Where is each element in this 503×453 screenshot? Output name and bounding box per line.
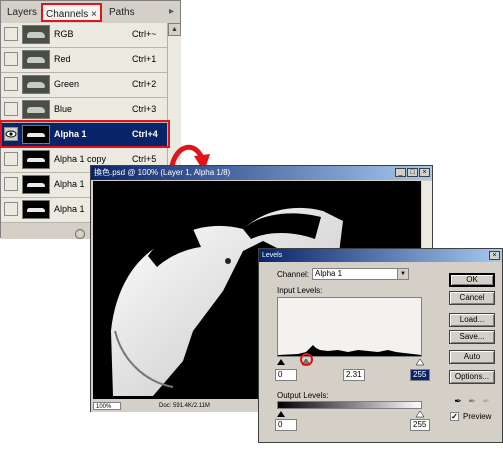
tab-layers[interactable]: Layers	[3, 5, 41, 21]
ok-button[interactable]: OK	[449, 273, 495, 287]
tab-paths[interactable]: Paths	[105, 5, 139, 21]
visibility-toggle[interactable]	[4, 177, 18, 191]
black-eyedropper-icon[interactable]: ✒	[453, 395, 463, 407]
dialog-title: Levels	[259, 249, 502, 262]
visibility-toggle[interactable]	[4, 27, 18, 41]
close-icon[interactable]: ×	[419, 168, 430, 177]
output-levels-label: Output Levels:	[277, 391, 329, 400]
channel-thumbnail	[22, 175, 50, 194]
minimize-icon[interactable]: _	[395, 168, 406, 177]
tab-channels[interactable]: Channels ×	[41, 3, 102, 22]
visibility-toggle[interactable]	[4, 102, 18, 116]
channel-name: RGB	[54, 29, 74, 39]
output-sliders[interactable]	[275, 409, 425, 418]
input-white-field[interactable]: 255	[410, 369, 430, 381]
channel-name: Green	[54, 79, 80, 89]
cancel-button[interactable]: Cancel	[449, 291, 495, 305]
channel-shortcut: Ctrl+~	[132, 29, 157, 39]
channel-row[interactable]: Red Ctrl+1	[1, 48, 180, 73]
save-button[interactable]: Save...	[449, 330, 495, 344]
input-sliders[interactable]	[275, 357, 425, 367]
panel-tab-bar: Layers Channels × Paths ▸	[1, 1, 180, 24]
input-levels-label: Input Levels:	[277, 286, 323, 295]
input-black-field[interactable]: 0	[275, 369, 297, 381]
load-button[interactable]: Load...	[449, 313, 495, 327]
gray-eyedropper-icon[interactable]: ✒	[467, 395, 477, 407]
slider-highlight-circle	[300, 353, 313, 366]
tab-close-icon[interactable]: ×	[91, 9, 97, 20]
output-black-field[interactable]: 0	[275, 419, 297, 431]
channel-name: Red	[54, 54, 71, 64]
load-selection-icon[interactable]	[75, 229, 85, 239]
close-icon[interactable]: ×	[489, 251, 500, 260]
channel-name: Alpha 1	[54, 179, 85, 189]
scroll-up-icon[interactable]: ▲	[168, 23, 181, 36]
output-black-slider[interactable]	[277, 411, 285, 417]
channel-select[interactable]: Alpha 1 ▼	[312, 268, 409, 280]
selected-channel-highlight	[0, 120, 170, 148]
channel-thumbnail	[22, 75, 50, 94]
channel-shortcut: Ctrl+1	[132, 54, 157, 64]
channel-shortcut: Ctrl+3	[132, 104, 157, 114]
options-button[interactable]: Options...	[449, 370, 495, 384]
preview-label: Preview	[463, 412, 492, 421]
histogram-graph	[278, 345, 421, 356]
auto-button[interactable]: Auto	[449, 350, 495, 364]
output-white-field[interactable]: 255	[410, 419, 430, 431]
preview-checkbox[interactable]: ✓	[450, 412, 459, 421]
output-white-slider[interactable]	[415, 410, 425, 418]
channel-name: Blue	[54, 104, 73, 114]
zoom-field[interactable]: 100%	[93, 402, 121, 410]
channel-thumbnail	[22, 100, 50, 119]
channel-name: Alpha 1	[54, 204, 85, 214]
channel-label: Channel:	[277, 270, 310, 279]
channel-thumbnail	[22, 150, 50, 169]
levels-dialog: Levels × Channel: Alpha 1 ▼ Input Levels…	[258, 248, 503, 443]
channel-thumbnail	[22, 200, 50, 219]
maximize-icon[interactable]: □	[407, 168, 418, 177]
visibility-toggle[interactable]	[4, 152, 18, 166]
white-point-slider[interactable]	[415, 358, 425, 366]
channel-select-value: Alpha 1	[315, 269, 343, 278]
channel-thumbnail	[22, 25, 50, 44]
channel-shortcut: Ctrl+5	[132, 154, 157, 164]
channel-shortcut: Ctrl+2	[132, 79, 157, 89]
output-gradient	[277, 401, 422, 409]
chevron-down-icon[interactable]: ▼	[397, 269, 408, 279]
channel-thumbnail	[22, 50, 50, 69]
panel-menu-icon[interactable]: ▸	[169, 6, 174, 17]
histogram	[277, 297, 422, 357]
doc-size-info[interactable]: Doc: 591.4K/2.11M	[159, 400, 210, 412]
visibility-toggle[interactable]	[4, 77, 18, 91]
tab-channels-label: Channels	[46, 9, 89, 20]
channel-row[interactable]: Green Ctrl+2	[1, 73, 180, 98]
channel-name: Alpha 1 copy	[54, 154, 107, 164]
channel-row[interactable]: RGB Ctrl+~	[1, 23, 180, 48]
visibility-toggle[interactable]	[4, 202, 18, 216]
white-eyedropper-icon[interactable]: ✒	[481, 395, 491, 407]
document-title: 換色.psd @ 100% (Layer 1, Alpha 1/8)	[91, 166, 432, 180]
input-gamma-field[interactable]: 2.31	[343, 369, 365, 381]
black-point-slider[interactable]	[277, 359, 285, 365]
visibility-toggle[interactable]	[4, 52, 18, 66]
